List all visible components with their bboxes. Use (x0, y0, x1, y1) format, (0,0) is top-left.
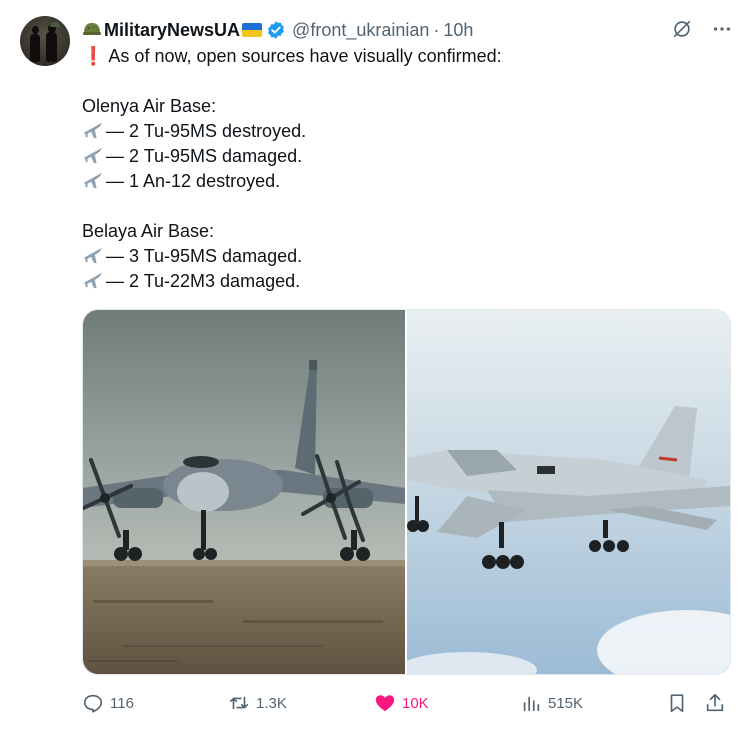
list-item: — 1 An-12 destroyed. (82, 169, 722, 194)
list-item: — 2 Tu-95MS damaged. (82, 144, 722, 169)
airplane-icon (82, 120, 104, 140)
separator-dot: · (433, 19, 440, 40)
avatar[interactable] (20, 16, 70, 66)
views-count: 515K (548, 694, 584, 712)
media-grid (82, 309, 731, 675)
list-item: — 2 Tu-22M3 damaged. (82, 269, 722, 294)
tu-22m3-bomber-photo[interactable] (397, 310, 730, 674)
like-count: 10K (402, 694, 429, 712)
grok-icon[interactable] (671, 18, 693, 40)
list-item: — 2 Tu-95MS destroyed. (82, 119, 722, 144)
share-icon (706, 693, 724, 712)
repost-count: 1.3K (256, 694, 287, 712)
more-options-icon[interactable] (711, 18, 733, 40)
like-button[interactable]: 10K (374, 690, 429, 716)
section-title-olenya: Olenya Air Base: (82, 96, 217, 116)
tu-95-bomber-photo[interactable] (83, 310, 405, 674)
reply-button[interactable]: 116 (82, 690, 134, 716)
verified-badge-icon[interactable] (266, 20, 286, 40)
repost-icon (229, 696, 249, 710)
list-item: — 3 Tu-95MS damaged. (82, 244, 722, 269)
tweet-text: ❗ As of now, open sources have visually … (82, 44, 722, 294)
helmet-icon (82, 21, 102, 39)
airplane-icon (82, 145, 104, 165)
airplane-icon (82, 170, 104, 190)
views-button[interactable]: 515K (520, 690, 583, 716)
airplane-icon (82, 245, 104, 265)
repost-button[interactable]: 1.3K (228, 690, 287, 716)
section-title-belaya: Belaya Air Base: (82, 221, 215, 241)
tweet-header: MilitaryNewsUA @front_ukrainian · 10h (82, 18, 733, 42)
bookmark-button[interactable] (666, 690, 688, 716)
action-bar: 116 1.3K 10K 515K (82, 690, 732, 716)
reply-icon (83, 694, 103, 713)
heart-icon (375, 695, 395, 712)
airplane-icon (82, 270, 104, 290)
bookmark-icon (670, 694, 684, 713)
views-icon (523, 696, 540, 712)
reply-count: 116 (110, 694, 134, 712)
share-button[interactable] (704, 690, 726, 716)
tweet[interactable]: MilitaryNewsUA @front_ukrainian · 10h ❗ … (0, 0, 753, 729)
timestamp[interactable]: 10h (443, 20, 473, 41)
ukraine-flag-icon (242, 23, 263, 37)
intro-line: ❗ As of now, open sources have visually … (82, 46, 502, 66)
author-handle[interactable]: @front_ukrainian (292, 20, 429, 41)
author-name[interactable]: MilitaryNewsUA (104, 20, 240, 41)
